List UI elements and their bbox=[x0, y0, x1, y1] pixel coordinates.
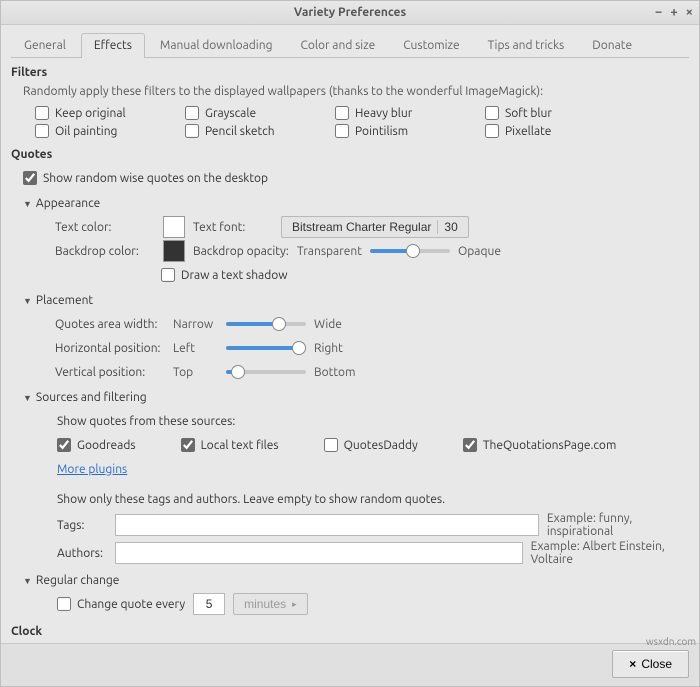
filters-title: Filters bbox=[11, 66, 689, 79]
quotes-placement-expander[interactable]: ▼Placement bbox=[23, 294, 689, 307]
tags-input[interactable] bbox=[115, 514, 539, 536]
window-title: Variety Preferences bbox=[294, 6, 406, 19]
watermark: wsxdn.com bbox=[646, 636, 696, 647]
titlebar: Variety Preferences − + × bbox=[1, 1, 699, 25]
shadow-checkbox[interactable] bbox=[161, 268, 175, 282]
authors-input[interactable] bbox=[115, 542, 523, 564]
filter-soft-blur[interactable] bbox=[485, 106, 499, 120]
tab-manual-downloading[interactable]: Manual downloading bbox=[147, 33, 286, 57]
chevron-right-icon: ▸ bbox=[292, 599, 297, 610]
width-slider[interactable] bbox=[226, 322, 306, 326]
quotes-title: Quotes bbox=[11, 148, 689, 161]
close-button[interactable]: × Close bbox=[612, 650, 689, 678]
change-every-checkbox[interactable] bbox=[57, 597, 71, 611]
filters-note: Randomly apply these filters to the disp… bbox=[23, 85, 689, 98]
close-x-icon: × bbox=[629, 657, 636, 671]
filter-keep-original[interactable] bbox=[35, 106, 49, 120]
backdrop-color-swatch[interactable] bbox=[163, 240, 185, 262]
quotes-appearance-expander[interactable]: ▼Appearance bbox=[23, 197, 689, 210]
filter-heavy-blur[interactable] bbox=[335, 106, 349, 120]
backdrop-opacity-label: Backdrop opacity: bbox=[193, 245, 289, 258]
close-icon[interactable]: × bbox=[686, 5, 693, 19]
triangle-down-icon: ▼ bbox=[23, 199, 32, 209]
horiz-label: Horizontal position: bbox=[55, 342, 165, 355]
more-plugins-link[interactable]: More plugins bbox=[57, 463, 127, 476]
triangle-down-icon: ▼ bbox=[23, 393, 32, 403]
source-goodreads[interactable] bbox=[57, 438, 71, 452]
authors-example: Example: Albert Einstein, Voltaire bbox=[531, 540, 689, 566]
maximize-icon[interactable]: + bbox=[670, 5, 677, 19]
filter-pointilism[interactable] bbox=[335, 124, 349, 138]
text-color-label: Text color: bbox=[55, 221, 155, 234]
change-unit-select[interactable]: minutes ▸ bbox=[233, 593, 308, 615]
backdrop-opacity-slider[interactable] bbox=[370, 249, 450, 253]
tab-donate[interactable]: Donate bbox=[579, 33, 645, 57]
change-value-spin[interactable] bbox=[193, 593, 225, 615]
tags-label: Tags: bbox=[57, 519, 107, 532]
quotes-sources-expander[interactable]: ▼Sources and filtering bbox=[23, 391, 689, 404]
text-color-swatch[interactable] bbox=[163, 216, 185, 238]
text-font-button[interactable]: Bitstream Charter Regular30 bbox=[281, 216, 469, 238]
tab-effects[interactable]: Effects bbox=[81, 33, 145, 58]
filter-pixellate[interactable] bbox=[485, 124, 499, 138]
triangle-down-icon: ▼ bbox=[23, 576, 32, 586]
horiz-slider[interactable] bbox=[226, 346, 306, 350]
filter-oil-painting[interactable] bbox=[35, 124, 49, 138]
text-font-label: Text font: bbox=[193, 221, 273, 234]
triangle-down-icon: ▼ bbox=[23, 296, 32, 306]
footer: × Close bbox=[1, 643, 699, 686]
filters-row2: Oil painting Pencil sketch Pointilism Pi… bbox=[35, 124, 689, 138]
vert-slider[interactable] bbox=[226, 370, 306, 374]
regular-change-expander[interactable]: ▼Regular change bbox=[23, 574, 689, 587]
authors-label: Authors: bbox=[57, 547, 107, 560]
tab-customize[interactable]: Customize bbox=[390, 33, 472, 57]
tags-example: Example: funny, inspirational bbox=[547, 512, 689, 538]
source-quotationspage[interactable] bbox=[463, 438, 477, 452]
backdrop-color-label: Backdrop color: bbox=[55, 245, 155, 258]
tab-color-size[interactable]: Color and size bbox=[287, 33, 388, 57]
width-label: Quotes area width: bbox=[55, 318, 165, 331]
filter-pencil-sketch[interactable] bbox=[185, 124, 199, 138]
clock-title: Clock bbox=[11, 625, 689, 638]
quotes-show-checkbox[interactable] bbox=[23, 171, 37, 185]
source-quotesdaddy[interactable] bbox=[324, 438, 338, 452]
vert-label: Vertical position: bbox=[55, 366, 165, 379]
content-area: General Effects Manual downloading Color… bbox=[1, 25, 699, 643]
minimize-icon[interactable]: − bbox=[655, 5, 662, 19]
filters-row1: Keep original Grayscale Heavy blur Soft … bbox=[35, 106, 689, 120]
filter-grayscale[interactable] bbox=[185, 106, 199, 120]
source-local[interactable] bbox=[181, 438, 195, 452]
tab-tips[interactable]: Tips and tricks bbox=[475, 33, 578, 57]
tab-general[interactable]: General bbox=[11, 33, 79, 57]
preferences-window: Variety Preferences − + × General Effect… bbox=[0, 0, 700, 687]
tab-bar: General Effects Manual downloading Color… bbox=[11, 33, 689, 58]
